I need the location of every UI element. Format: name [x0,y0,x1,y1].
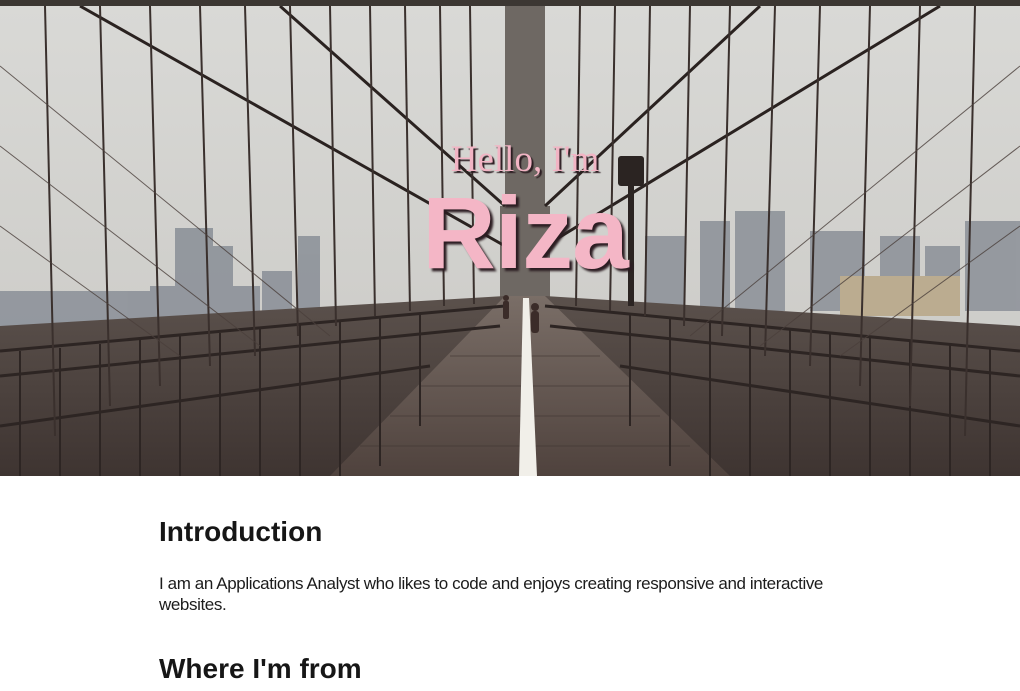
where-from-heading: Where I'm from [159,653,362,684]
introduction-heading: Introduction [159,516,323,547]
introduction-text: I am an Applications Analyst who likes t… [159,574,823,614]
hero-name: Riza [422,176,629,290]
main-content: Introduction I am an Applications Analys… [159,476,899,686]
hero-banner: Hello, I'm Riza [0,6,1020,476]
hero-greeting: Hello, I'm [450,139,600,180]
